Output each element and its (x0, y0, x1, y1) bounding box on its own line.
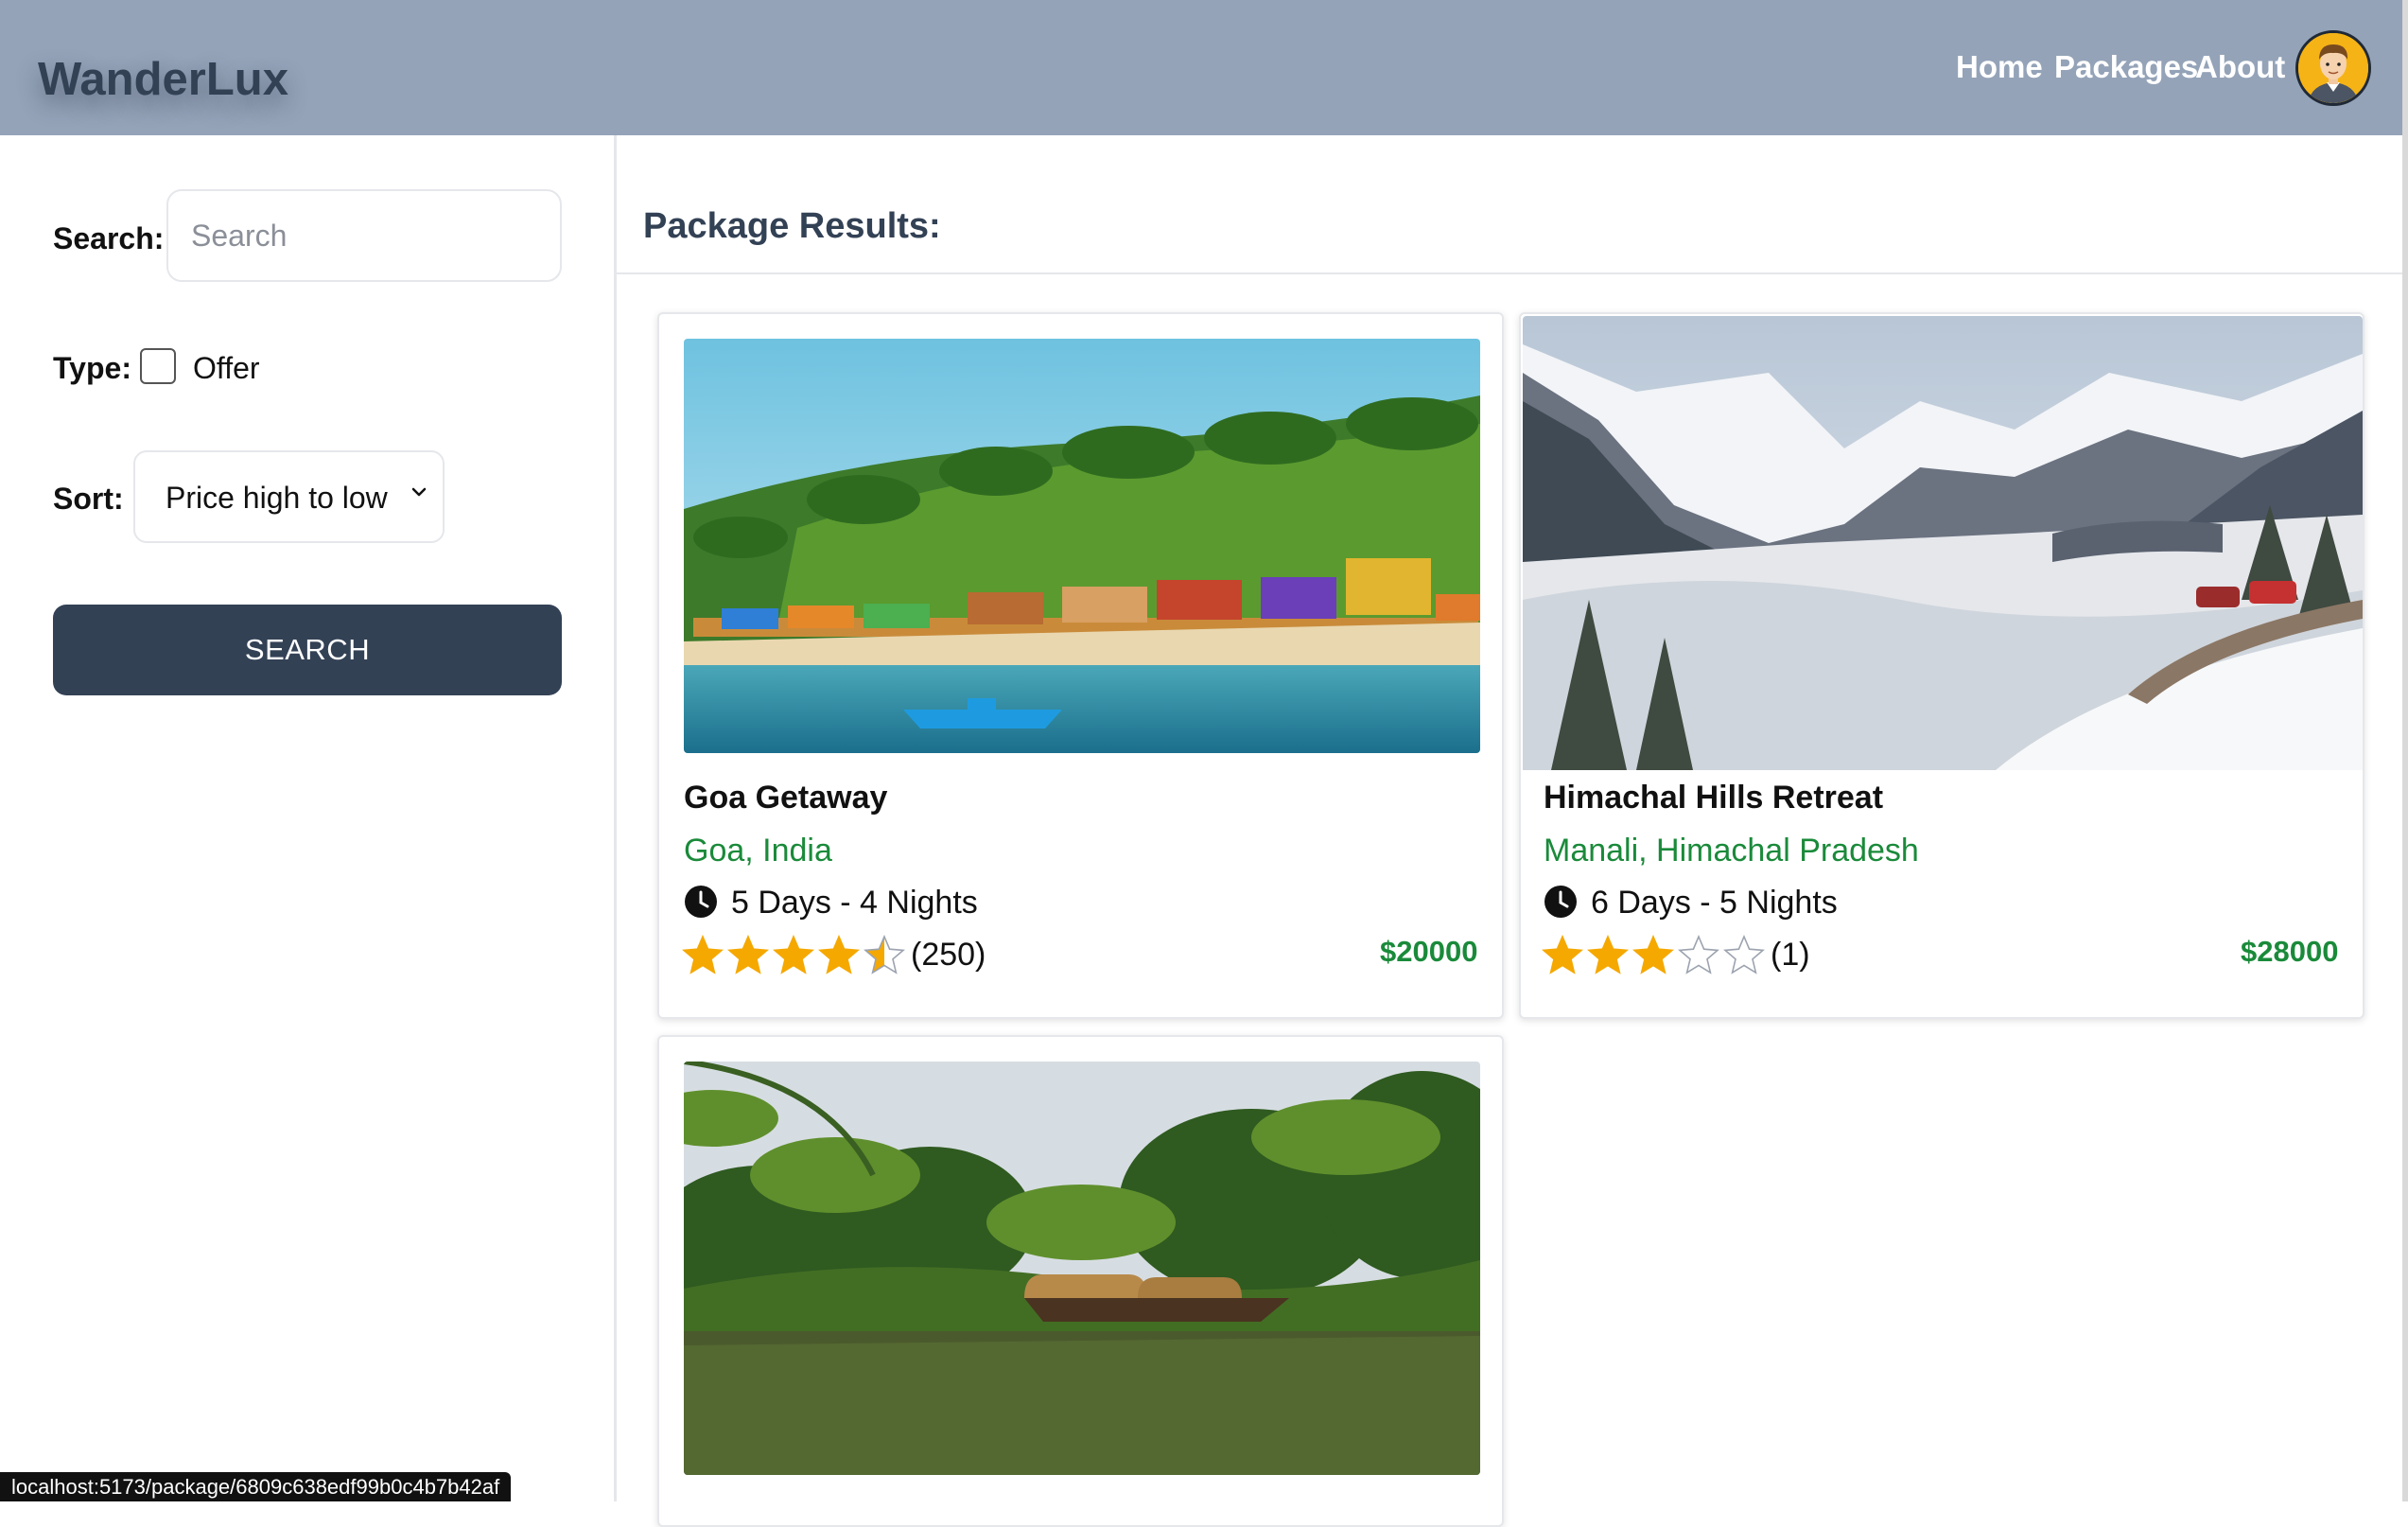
package-image-mountains (1523, 316, 2363, 770)
rating-stars (682, 935, 909, 974)
star-full-icon (773, 935, 814, 974)
package-card-himachal[interactable]: Himachal Hills Retreat Manali, Himachal … (1519, 312, 2364, 1019)
package-location: Goa, India (684, 833, 832, 869)
package-price: $20000 (1380, 935, 1478, 968)
star-full-icon (682, 935, 724, 974)
user-avatar[interactable] (2295, 30, 2371, 106)
package-image-beach (684, 339, 1480, 753)
results-divider (617, 272, 2402, 274)
sort-selected-value: Price high to low (166, 481, 388, 515)
search-input[interactable] (166, 189, 562, 282)
package-duration: 6 Days - 5 Nights (1591, 885, 1838, 921)
avatar-icon (2298, 33, 2368, 103)
package-location: Manali, Himachal Pradesh (1544, 833, 1919, 869)
type-label: Type: (53, 351, 131, 385)
offer-checkbox[interactable] (140, 348, 176, 384)
package-card-goa[interactable]: Goa Getaway Goa, India 5 Days - 4 Nights… (657, 312, 1504, 1019)
offer-label: Offer (193, 351, 260, 385)
search-label: Search: (53, 221, 165, 255)
package-card-kerala[interactable] (657, 1035, 1504, 1527)
package-price: $28000 (2241, 935, 2339, 968)
rating-count: (250) (911, 937, 986, 973)
rating-count: (1) (1771, 937, 1810, 973)
star-half-icon (864, 935, 905, 974)
rating-stars (1542, 935, 1769, 974)
star-full-icon (1587, 935, 1629, 974)
chevron-down-icon (411, 487, 427, 497)
nav-packages-link[interactable]: Packages (2054, 49, 2198, 85)
star-full-icon (727, 935, 769, 974)
clock-icon (1544, 886, 1577, 918)
filter-sidebar: Search: Type: Offer Sort: Price high to … (0, 135, 617, 1501)
nav-home-link[interactable]: Home (1956, 49, 2043, 85)
link-status-bar: localhost:5173/package/6809c638edf99b0c4… (0, 1472, 512, 1501)
window-edge (2402, 0, 2408, 1501)
star-empty-icon (1723, 935, 1765, 974)
sort-label: Sort: (53, 482, 124, 516)
star-full-icon (818, 935, 860, 974)
package-image-backwater (684, 1062, 1480, 1475)
package-title: Himachal Hills Retreat (1544, 780, 1884, 816)
package-title: Goa Getaway (684, 780, 888, 816)
sort-select[interactable]: Price high to low (133, 450, 445, 543)
brand-logo[interactable]: WanderLux (38, 53, 288, 106)
star-empty-icon (1678, 935, 1719, 974)
package-duration: 5 Days - 4 Nights (731, 885, 978, 921)
top-navbar: WanderLux Home Packages About (0, 0, 2402, 135)
star-full-icon (1542, 935, 1583, 974)
search-button[interactable]: SEARCH (53, 605, 562, 695)
nav-about-link[interactable]: About (2195, 49, 2285, 85)
clock-icon (685, 886, 717, 918)
results-heading: Package Results: (643, 206, 941, 246)
star-full-icon (1632, 935, 1674, 974)
